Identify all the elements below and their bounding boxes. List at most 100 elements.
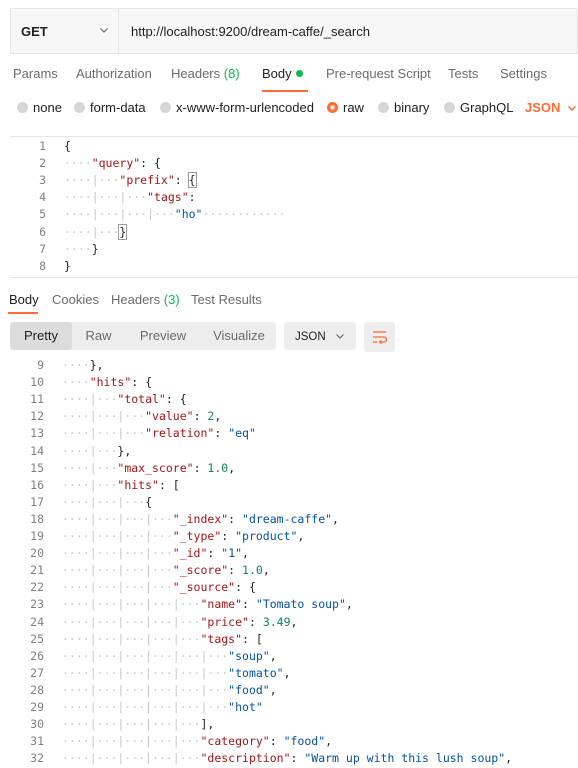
view-preview-button[interactable]: Preview [134, 322, 192, 350]
radio-circle-icon [17, 102, 28, 113]
line-number: 20 [30, 546, 44, 561]
indent-guide: ···· [64, 156, 92, 171]
code-text: ····|···"prefix": { [64, 172, 197, 189]
body-type-radios: none form-data x-www-form-urlencoded raw… [0, 100, 578, 120]
line-number: 5 [39, 207, 46, 222]
json-punctuation: { [64, 139, 71, 153]
body-format-select[interactable]: JSON [525, 100, 577, 115]
line-number: 25 [30, 631, 44, 646]
line-number: 1 [39, 139, 46, 153]
request-body-editor[interactable]: 1{2 ····"query": {3 ····|···"prefix": {4 ··… [10, 136, 578, 278]
json-punctuation: : [269, 734, 284, 749]
view-raw-button[interactable]: Raw [76, 322, 121, 350]
json-punctuation: : { [165, 392, 187, 407]
line-number: 27 [30, 665, 44, 680]
tab-headers[interactable]: Headers (8) [171, 66, 240, 81]
json-key: "max_score" [117, 460, 194, 475]
radio-form-data[interactable]: form-data [74, 100, 146, 115]
radio-label: none [33, 100, 62, 115]
request-url-bar: GET http://localhost:9200/dream-caffe/_s… [10, 8, 578, 54]
code-text: ····|···"hits": [ [62, 477, 180, 494]
json-key: "_score" [172, 563, 229, 578]
tab-response-headers[interactable]: Headers (3) [111, 292, 180, 307]
line-number: 13 [30, 426, 44, 441]
json-punctuation: } [64, 258, 71, 273]
json-string: "tomato" [228, 665, 284, 680]
tab-settings[interactable]: Settings [500, 66, 547, 81]
headers-count: (8) [223, 66, 240, 81]
tab-response-body[interactable]: Body [9, 292, 39, 307]
radio-circle-icon [74, 102, 85, 113]
json-key: "hits" [117, 477, 159, 492]
json-punctuation: : [188, 190, 196, 205]
json-number: 3.49 [262, 614, 291, 629]
wrap-lines-button[interactable] [364, 322, 395, 352]
radio-x-www-form-urlencoded[interactable]: x-www-form-urlencoded [160, 100, 314, 115]
headers-count: (3) [163, 292, 180, 307]
line-number: 31 [30, 734, 44, 749]
line-number: 28 [30, 682, 44, 697]
tab-authorization[interactable]: Authorization [76, 66, 152, 81]
radio-label: raw [343, 100, 364, 115]
json-key: "name" [200, 597, 243, 612]
tab-body[interactable]: Body [262, 66, 303, 81]
json-key: "category" [200, 734, 270, 749]
code-text: ····"hits": { [62, 374, 152, 391]
json-punctuation: , [283, 665, 291, 680]
view-visualize-button[interactable]: Visualize [208, 322, 270, 350]
json-string: "ho" [174, 207, 203, 222]
line-number: 26 [30, 648, 44, 663]
tab-label: Body [262, 66, 292, 81]
view-mode-switch: Pretty Raw Preview Visualize [10, 322, 276, 350]
view-pretty-button[interactable]: Pretty [10, 322, 72, 350]
indent-guide: ····|···|···|···|··· [62, 717, 201, 732]
radio-circle-icon [378, 102, 389, 113]
tab-pre-request-script[interactable]: Pre-request Script [326, 66, 431, 81]
code-text: ····|···|···|···"_id": "1", [62, 545, 249, 562]
tab-tests[interactable]: Tests [448, 66, 478, 81]
line-number: 8 [39, 258, 46, 273]
json-punctuation: , [228, 460, 236, 475]
tab-params[interactable]: Params [13, 66, 58, 81]
json-punctuation: : [ [242, 631, 263, 646]
json-key: "value" [145, 409, 194, 424]
line-number: 6 [39, 224, 46, 239]
indent-guide: ····|··· [62, 392, 118, 407]
method-select[interactable]: GET [10, 8, 118, 54]
tab-test-results[interactable]: Test Results [191, 292, 262, 307]
line-number: 32 [30, 751, 44, 766]
tab-label: Tests [448, 66, 479, 81]
radio-none[interactable]: none [17, 100, 62, 115]
url-input[interactable]: http://localhost:9200/dream-caffe/_searc… [118, 8, 578, 54]
line-number: 22 [30, 580, 44, 595]
json-punctuation: , [505, 751, 513, 766]
response-format-select[interactable]: JSON [284, 322, 356, 350]
json-key: "price" [200, 614, 249, 629]
response-format-label: JSON [295, 331, 326, 343]
indent-guide: ····|···|···|···|···|··· [62, 648, 229, 663]
radio-graphql[interactable]: GraphQL [444, 100, 513, 115]
json-number: 1.0 [207, 460, 229, 475]
radio-circle-icon [160, 102, 171, 113]
json-number: 1.0 [242, 563, 263, 578]
json-key: "relation" [145, 426, 215, 441]
radio-raw[interactable]: raw [327, 100, 364, 115]
method-label: GET [21, 24, 48, 39]
code-text: ····|···|···|···|···], [62, 716, 214, 733]
radio-binary[interactable]: binary [378, 100, 429, 115]
response-body-viewer[interactable]: 9 ····}, 10 ····"hits": {11 ····|···"total":… [0, 360, 578, 768]
line-number: 4 [39, 190, 46, 205]
request-tabs: Params Authorization Headers (8) Body Pr… [0, 66, 578, 92]
json-punctuation: : [221, 529, 236, 543]
indent-guide: ····|···|···|··· [62, 529, 173, 543]
code-text: ····|···|···"relation": "eq" [62, 425, 256, 442]
line-number: 10 [30, 375, 44, 390]
json-punctuation: : [193, 409, 208, 424]
tab-label: Body [9, 292, 39, 307]
tab-cookies[interactable]: Cookies [52, 292, 99, 307]
code-text: ····|···|···|···"ho"············ [64, 206, 286, 223]
chevron-down-icon [99, 22, 109, 37]
code-text: ····"query": { [64, 155, 161, 172]
line-number: 19 [30, 529, 44, 543]
code-text: ····|···|···|···|···"category": "food", [62, 733, 332, 750]
